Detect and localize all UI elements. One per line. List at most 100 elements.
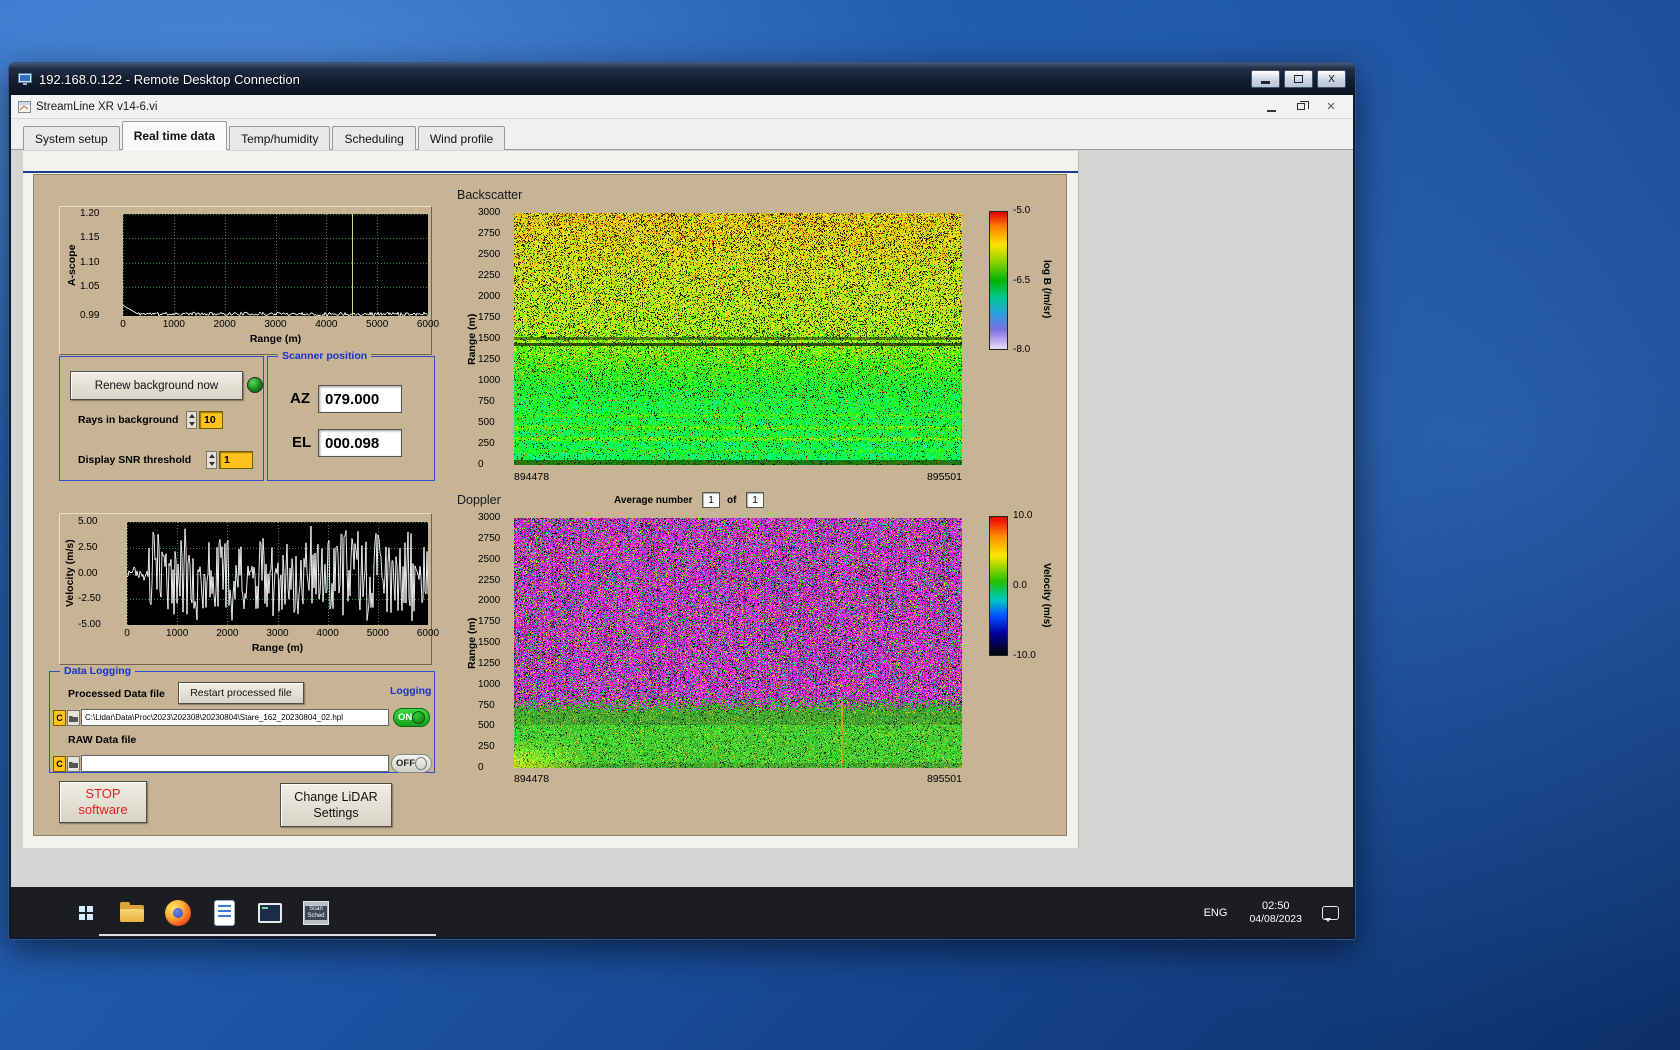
- backscatter-y-ticks: 3000 2750 2500 2250 2000 1750 1500 1250 1000 750 5…: [478, 207, 510, 470]
- app-window-icon: [258, 903, 282, 923]
- streamline-app-button[interactable]: [255, 898, 285, 928]
- tick-label: 3000: [264, 319, 287, 330]
- front-panel-area: A-scope 1.20 1.15 1.10 1.05 0.99 0 1000 2000 30…: [23, 151, 1079, 848]
- backscatter-colorbar[interactable]: [989, 211, 1008, 350]
- backscatter-heatmap[interactable]: [514, 213, 962, 465]
- rdp-titlebar[interactable]: 192.168.0.122 - Remote Desktop Connectio…: [9, 63, 1355, 95]
- app-minimize-button[interactable]: [1256, 97, 1286, 116]
- change-lidar-settings-button[interactable]: Change LiDAR Settings: [280, 783, 392, 827]
- tick-label: 1250: [478, 657, 501, 669]
- ascope-y-axis-label: A-scope: [66, 244, 78, 286]
- tab-temp-humidity[interactable]: Temp/humidity: [229, 126, 331, 150]
- raw-data-file-path[interactable]: [81, 755, 389, 772]
- rays-value-field[interactable]: 10: [199, 411, 223, 429]
- app-titlebar[interactable]: StreamLine XR v14-6.vi ✕: [11, 95, 1353, 119]
- app-client-area: A-scope 1.20 1.15 1.10 1.05 0.99 0 1000 2000 30…: [11, 151, 1353, 887]
- processed-browse-button[interactable]: [67, 710, 80, 726]
- tab-system-setup[interactable]: System setup: [23, 126, 120, 150]
- velocity-plot-group: Velocity (m/s) 5.00 2.50 0.00 -2.50 -5.00 0 1…: [59, 513, 439, 665]
- folder-icon: [120, 901, 144, 922]
- tick-label: 1.15: [80, 232, 100, 244]
- average-total-field[interactable]: 1: [746, 492, 764, 508]
- document-app-button[interactable]: [209, 898, 239, 928]
- tick-label: 1000: [166, 628, 189, 639]
- snr-spinner[interactable]: [206, 451, 217, 469]
- processed-data-file-label: Processed Data file: [68, 688, 165, 700]
- velocity-y-ticks: 5.00 2.50 0.00 -2.50 -5.00: [78, 516, 120, 630]
- scan-scheduler-button[interactable]: Scan Sched: [301, 898, 331, 928]
- app-restore-button[interactable]: [1286, 97, 1316, 116]
- taskbar-clock[interactable]: 02:50 04/08/2023: [1239, 900, 1312, 926]
- ascope-plot-group: A-scope 1.20 1.15 1.10 1.05 0.99 0 1000 2000 30…: [59, 206, 439, 355]
- average-count-field[interactable]: 1: [702, 492, 720, 508]
- doppler-x-end: 895501: [926, 773, 962, 785]
- tick-label: 500: [478, 417, 495, 428]
- ascope-plot[interactable]: [123, 214, 428, 316]
- doppler-y-ticks: 3000 2750 2500 2250 2000 1750 1500 1250 1000 750 5…: [478, 512, 510, 773]
- language-indicator[interactable]: ENG: [1192, 907, 1240, 919]
- raw-browse-button[interactable]: [67, 756, 80, 772]
- tick-label: 0.99: [80, 310, 100, 321]
- tick-label: 3000: [478, 207, 501, 218]
- az-value-field[interactable]: 079.000: [318, 385, 402, 413]
- tick-label: 250: [478, 438, 495, 449]
- rdp-minimize-button[interactable]: [1251, 70, 1280, 88]
- firefox-icon: [165, 900, 191, 926]
- tab-real-time-data[interactable]: Real time data: [121, 121, 228, 150]
- rdp-window-title: 192.168.0.122 - Remote Desktop Connectio…: [39, 71, 300, 87]
- start-button[interactable]: [71, 898, 101, 928]
- renew-background-led: [247, 377, 263, 393]
- rays-spinner[interactable]: [186, 411, 197, 429]
- doppler-heatmap[interactable]: [514, 518, 962, 768]
- processed-drive-box[interactable]: C: [53, 710, 66, 726]
- file-explorer-button[interactable]: [117, 898, 147, 928]
- tab-bar: System setup Real time data Temp/humidit…: [11, 119, 1353, 150]
- tick-label: 2750: [478, 228, 501, 239]
- notification-icon[interactable]: [1322, 906, 1339, 922]
- raw-drive-box[interactable]: C: [53, 756, 66, 772]
- windows-start-icon: [79, 906, 93, 920]
- data-logging-box: Data Logging Processed Data file Restart…: [49, 665, 435, 773]
- app-close-button[interactable]: ✕: [1316, 97, 1346, 116]
- processed-logging-toggle[interactable]: ON: [393, 708, 430, 727]
- firefox-button[interactable]: [163, 898, 193, 928]
- tick-label: -5.0: [1013, 205, 1031, 216]
- tick-label: 6000: [416, 628, 440, 639]
- doppler-title: Doppler: [457, 493, 501, 507]
- rdp-window: 192.168.0.122 - Remote Desktop Connectio…: [8, 62, 1356, 940]
- ascope-x-axis-label: Range (m): [249, 333, 302, 345]
- tick-label: 2000: [478, 291, 501, 302]
- tick-label: 2750: [478, 532, 501, 544]
- ascope-y-ticks: 1.20 1.15 1.10 1.05 0.99: [80, 208, 120, 321]
- restart-processed-file-button[interactable]: Restart processed file: [178, 682, 304, 704]
- snr-value-field[interactable]: 1: [219, 451, 253, 469]
- tick-label: 250: [478, 741, 495, 753]
- taskbar-time: 02:50: [1261, 900, 1290, 912]
- tick-label: 5000: [366, 319, 389, 330]
- raw-logging-toggle[interactable]: OFF: [391, 754, 432, 773]
- processed-data-file-path[interactable]: C:\Lidar\Data\Proc\2023\202308\20230804\…: [81, 709, 389, 726]
- tick-label: 1500: [478, 333, 501, 344]
- renew-background-button[interactable]: Renew background now: [70, 371, 243, 400]
- toggle-knob: [412, 711, 425, 724]
- of-label: of: [727, 495, 737, 506]
- el-value-field[interactable]: 000.098: [318, 429, 402, 457]
- tick-label: -5.00: [78, 619, 101, 630]
- logging-label: Logging: [390, 685, 432, 697]
- tab-scheduling[interactable]: Scheduling: [332, 126, 416, 150]
- labview-vi-icon: [18, 100, 31, 113]
- backscatter-x-end: 895501: [926, 471, 962, 483]
- document-icon: [214, 901, 234, 925]
- tick-label: 1.10: [80, 256, 100, 268]
- tick-label: 2000: [213, 319, 236, 330]
- tab-wind-profile[interactable]: Wind profile: [417, 126, 506, 150]
- rdp-maximize-button[interactable]: [1284, 70, 1313, 88]
- background-controls-box: Renew background now Rays in background …: [59, 356, 264, 481]
- rdp-close-button[interactable]: X: [1317, 70, 1346, 88]
- tick-label: 1500: [478, 637, 501, 648]
- velocity-plot[interactable]: [127, 522, 428, 625]
- tick-label: 2500: [478, 249, 501, 260]
- doppler-colorbar-label: Velocity (m/s): [1041, 562, 1052, 628]
- stop-software-button[interactable]: STOP software: [59, 781, 147, 823]
- doppler-colorbar[interactable]: [989, 516, 1008, 656]
